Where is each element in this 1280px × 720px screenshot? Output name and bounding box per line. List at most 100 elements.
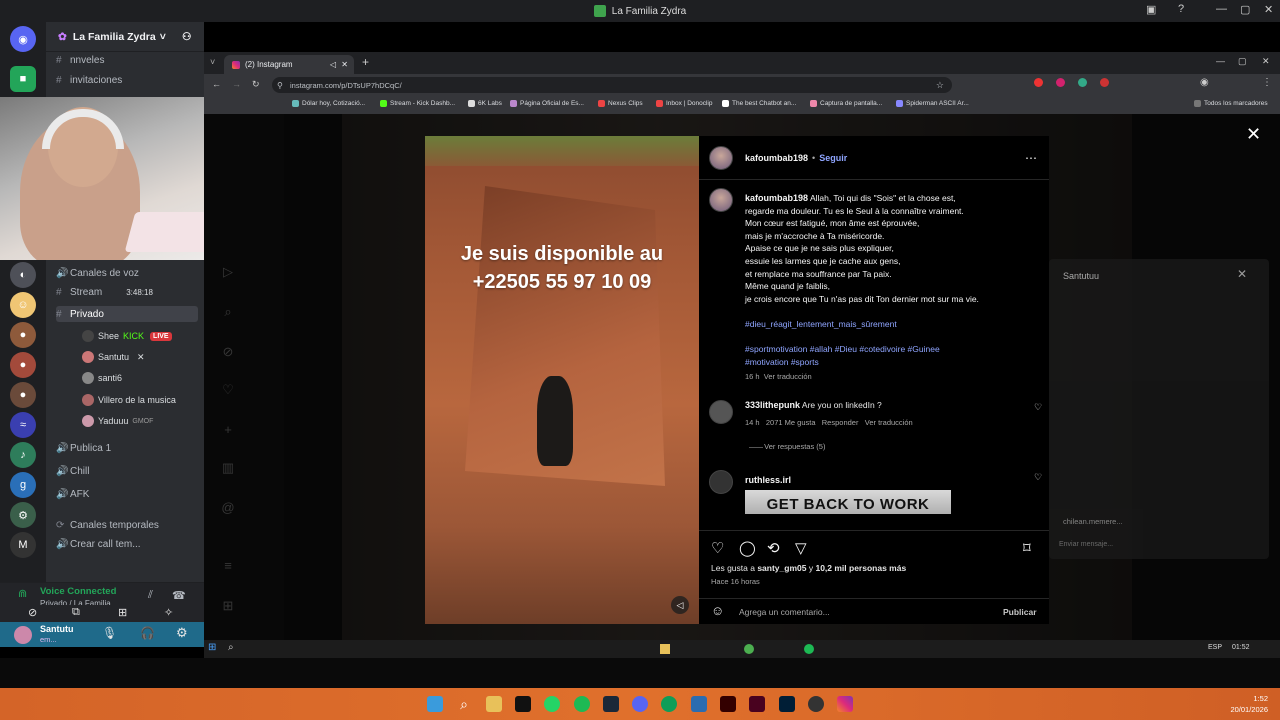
back-icon[interactable]: ← [212, 79, 221, 89]
search-icon[interactable]: ⌕ [228, 642, 234, 653]
channel-category[interactable]: ⟳ Canales temporales [56, 517, 159, 533]
voice-user[interactable]: santi6 [82, 370, 122, 386]
all-bookmarks[interactable]: Todos los marcadores [1194, 100, 1268, 107]
like-comment-icon[interactable]: ♡ [1034, 472, 1042, 483]
extension-icon[interactable] [1078, 78, 1087, 87]
server-icon[interactable]: ⚙ [10, 502, 36, 528]
server-icon[interactable]: ≈ [10, 412, 36, 438]
comment-icon[interactable]: ◯ [739, 539, 756, 557]
view-replies[interactable]: —— Ver respuestas (5) [749, 442, 825, 451]
site-info-icon[interactable]: ⚲ [277, 81, 283, 90]
noise-suppression-icon[interactable]: ⫽ [148, 589, 153, 602]
activities-icon[interactable]: ⊞ [118, 606, 127, 619]
share-icon[interactable]: ▽ [795, 539, 807, 557]
folder-icon[interactable] [660, 644, 670, 654]
avatar[interactable] [709, 400, 733, 424]
microphone-icon[interactable]: 🎙 [102, 626, 117, 640]
search-icon[interactable]: ⌕ [456, 696, 472, 712]
app-icon[interactable] [691, 696, 707, 712]
bookmark-item[interactable]: Nexus Clips [598, 100, 643, 107]
like-icon[interactable]: ♡ [711, 539, 724, 557]
close-tab-icon[interactable]: ✕ [341, 60, 348, 69]
bookmark-item[interactable]: The best Chatbot an... [722, 100, 796, 107]
close-modal-icon[interactable]: ✕ [1246, 124, 1261, 145]
edge-icon[interactable] [661, 696, 677, 712]
disconnect-icon[interactable]: ☎ [172, 589, 186, 602]
indesign-icon[interactable] [749, 696, 765, 712]
follow-button[interactable]: Seguir [819, 153, 847, 163]
save-bookmark-icon[interactable]: ⌑ [1023, 539, 1031, 557]
close-chat-icon[interactable]: ✕ [1237, 267, 1247, 281]
screen-share-icon[interactable]: ⧉ [72, 606, 80, 619]
emoji-icon[interactable]: ☺ [711, 603, 724, 618]
hashtag-link[interactable]: #dieu_réagit_lentement_mais_sûrement [745, 318, 1035, 331]
voice-user[interactable]: Santutu ✕ [82, 349, 145, 365]
profile-icon[interactable]: ◉ [1200, 77, 1209, 88]
avatar[interactable] [709, 188, 733, 212]
bookmark-item[interactable]: Stream - Kick Dashb... [380, 100, 455, 107]
mute-icon[interactable]: ◁ [671, 596, 689, 614]
bookmark-item[interactable]: Spiderman ASCII Ar... [896, 100, 969, 107]
translate-link[interactable]: Ver traducción [865, 418, 913, 427]
start-icon[interactable]: ⊞ [208, 642, 216, 653]
url-input[interactable]: ⚲ instagram.com/p/DTsUP7hDCqC/ ☆ [272, 77, 952, 93]
instagram-icon[interactable] [837, 696, 853, 712]
repost-icon[interactable]: ⟲ [767, 539, 780, 557]
reload-icon[interactable]: ↻ [252, 79, 260, 90]
hashtag-link[interactable]: #motivation #sports [745, 356, 1035, 369]
camera-off-icon[interactable]: ⊘ [28, 606, 37, 619]
like-comment-icon[interactable]: ♡ [1034, 402, 1042, 413]
spotify-icon[interactable] [804, 644, 814, 654]
server-icon[interactable]: ■ [10, 66, 36, 92]
obs-icon[interactable] [808, 696, 824, 712]
discord-home-icon[interactable]: ◉ [10, 26, 36, 52]
channel-item[interactable]: 🔊 Crear call tem... [56, 536, 141, 552]
forward-icon[interactable]: → [232, 79, 241, 89]
bookmark-item[interactable]: Captura de pantalla... [810, 100, 882, 107]
hashtag-link[interactable]: #sportmotivation #allah #Dieu #cotedivoi… [745, 343, 1035, 356]
post-media[interactable]: Je suis disponible au +22505 55 97 10 09… [425, 136, 699, 624]
avatar[interactable] [709, 145, 733, 170]
tab-search-icon[interactable]: ˅ [210, 57, 215, 67]
channel-item[interactable]: 🔊 Publica 1 [56, 440, 111, 456]
server-icon[interactable]: ● [10, 352, 36, 378]
server-header[interactable]: ✿ La Familia Zydra ˅ ⚇ [46, 22, 204, 52]
bookmark-item[interactable]: Dólar hoy, Cotizació... [292, 100, 365, 107]
illustrator-icon[interactable] [720, 696, 736, 712]
voice-user[interactable]: Yaduuu GMOF [82, 413, 153, 429]
settings-gear-icon[interactable]: ⚙ [176, 625, 188, 641]
likes-summary[interactable]: Les gusta a santy_gm05 y 10,2 mil person… [711, 563, 906, 573]
bookmark-item[interactable]: 6K Labs [468, 100, 502, 107]
channel-item[interactable]: # invitaciones [56, 72, 122, 88]
avatar[interactable] [709, 470, 733, 494]
channel-item-active[interactable]: # Privado [56, 306, 198, 322]
spotify-icon[interactable] [574, 696, 590, 712]
server-icon[interactable]: M [10, 532, 36, 558]
reply-link[interactable]: Responder [822, 418, 859, 427]
system-clock[interactable]: 1:52 20/01/2026 [1230, 693, 1268, 715]
extension-icon[interactable] [1034, 78, 1043, 87]
translate-link[interactable]: Ver traducción [764, 372, 812, 381]
chrome-icon[interactable] [744, 644, 754, 654]
server-icon[interactable]: ◐ [10, 262, 36, 288]
discord-icon[interactable] [632, 696, 648, 712]
more-options-icon[interactable]: ⋯ [1025, 151, 1037, 165]
bookmark-star-icon[interactable]: ☆ [936, 80, 944, 91]
minimize-button[interactable]: — [1216, 3, 1227, 15]
chat-input[interactable]: Enviar mensaje... [1059, 541, 1113, 548]
tab-instagram[interactable]: (2) Instagram ◁ ✕ [224, 55, 354, 74]
minimize-button[interactable]: — [1216, 56, 1225, 66]
add-user-icon[interactable]: ⚇ [182, 31, 191, 43]
server-icon[interactable]: ♪ [10, 442, 36, 468]
server-icon[interactable]: ● [10, 322, 36, 348]
maximize-button[interactable]: ▢ [1238, 56, 1247, 67]
server-icon[interactable]: ☺ [10, 292, 36, 318]
close-window-button[interactable]: ✕ [1264, 3, 1273, 16]
mute-tab-icon[interactable]: ◁ [330, 60, 336, 69]
voice-user[interactable]: Villero de la musica [82, 392, 176, 408]
bookmark-item[interactable]: Página Oficial de Es... [510, 100, 584, 107]
epic-games-icon[interactable] [515, 696, 531, 712]
voice-user[interactable]: Shee KICK LIVE [82, 328, 172, 344]
headphones-icon[interactable]: 🎧 [140, 626, 155, 640]
channel-item[interactable]: # nnveles [56, 52, 104, 68]
